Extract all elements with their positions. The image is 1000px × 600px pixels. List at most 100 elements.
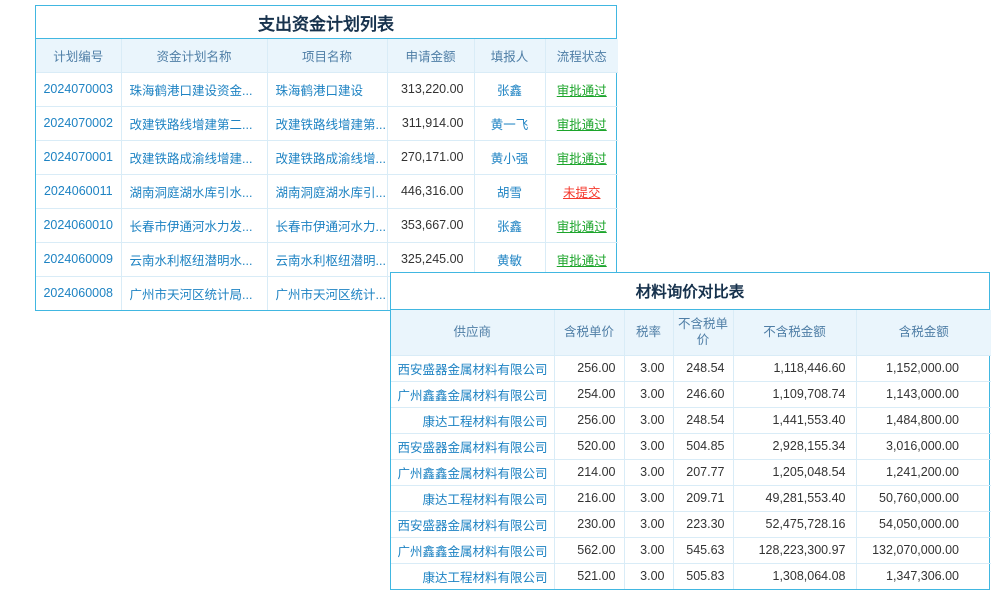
project-name-link[interactable]: 湖南洞庭湖水库引... [267, 174, 387, 208]
fund-plan-name-link[interactable]: 广州市天河区统计局... [121, 276, 267, 310]
plan-number-link[interactable]: 2024060010 [36, 208, 121, 242]
supplier-name-link[interactable]: 广州鑫鑫金属材料有限公司 [391, 381, 554, 407]
plan-number-link[interactable]: 2024070002 [36, 106, 121, 140]
table-row: 康达工程材料有限公司 521.00 3.00 505.83 1,308,064.… [391, 563, 991, 589]
net-unit-price-value: 248.54 [673, 407, 733, 433]
table-row: 康达工程材料有限公司 216.00 3.00 209.71 49,281,553… [391, 485, 991, 511]
table-row: 2024070002 改建铁路线增建第二... 改建铁路线增建第... 311,… [36, 106, 618, 140]
status-link[interactable]: 审批通过 [557, 152, 607, 166]
tax-amount-value: 50,760,000.00 [856, 485, 991, 511]
status-link[interactable]: 审批通过 [557, 254, 607, 268]
tax-amount-value: 132,070,000.00 [856, 537, 991, 563]
net-unit-price-value: 248.54 [673, 355, 733, 381]
status-link[interactable]: 审批通过 [557, 118, 607, 132]
reporter-name: 胡雪 [474, 174, 545, 208]
project-name-link[interactable]: 云南水利枢纽潜明... [267, 242, 387, 276]
apply-amount-value: 270,171.00 [387, 140, 474, 174]
supplier-name-link[interactable]: 西安盛器金属材料有限公司 [391, 511, 554, 537]
supplier-name-link[interactable]: 西安盛器金属材料有限公司 [391, 355, 554, 381]
net-unit-price-value: 207.77 [673, 459, 733, 485]
status-cell: 审批通过 [545, 242, 618, 276]
net-unit-price-value: 505.83 [673, 563, 733, 589]
net-amount-value: 1,118,446.60 [733, 355, 856, 381]
plan-col-reporter: 填报人 [474, 39, 545, 72]
material-quote-title: 材料询价对比表 [391, 273, 989, 310]
tax-unit-price-value: 256.00 [554, 407, 624, 433]
status-cell: 未提交 [545, 174, 618, 208]
supplier-name-link[interactable]: 康达工程材料有限公司 [391, 485, 554, 511]
reporter-name: 黄敏 [474, 242, 545, 276]
fund-plan-name-link[interactable]: 湖南洞庭湖水库引水... [121, 174, 267, 208]
tax-rate-value: 3.00 [624, 433, 673, 459]
tax-amount-value: 1,484,800.00 [856, 407, 991, 433]
plan-number-link[interactable]: 2024070003 [36, 72, 121, 106]
status-link[interactable]: 审批通过 [557, 220, 607, 234]
status-link[interactable]: 未提交 [563, 186, 601, 200]
table-row: 西安盛器金属材料有限公司 230.00 3.00 223.30 52,475,7… [391, 511, 991, 537]
tax-unit-price-value: 216.00 [554, 485, 624, 511]
net-amount-value: 1,205,048.54 [733, 459, 856, 485]
status-cell: 审批通过 [545, 106, 618, 140]
quote-col-tax-unit-price: 含税单价 [554, 310, 624, 355]
tax-amount-value: 1,152,000.00 [856, 355, 991, 381]
supplier-name-link[interactable]: 康达工程材料有限公司 [391, 563, 554, 589]
tax-rate-value: 3.00 [624, 355, 673, 381]
supplier-name-link[interactable]: 康达工程材料有限公司 [391, 407, 554, 433]
table-row: 2024060010 长春市伊通河水力发... 长春市伊通河水力... 353,… [36, 208, 618, 242]
table-row: 西安盛器金属材料有限公司 520.00 3.00 504.85 2,928,15… [391, 433, 991, 459]
fund-plan-name-link[interactable]: 改建铁路成渝线增建... [121, 140, 267, 174]
expense-plan-title: 支出资金计划列表 [36, 6, 616, 39]
tax-amount-value: 3,016,000.00 [856, 433, 991, 459]
tax-amount-value: 1,143,000.00 [856, 381, 991, 407]
fund-plan-name-link[interactable]: 云南水利枢纽潜明水... [121, 242, 267, 276]
tax-rate-value: 3.00 [624, 563, 673, 589]
tax-unit-price-value: 230.00 [554, 511, 624, 537]
material-quote-panel: 材料询价对比表 供应商 含税单价 税率 不含税单价 不含税金额 含税金额 西安盛… [390, 272, 990, 590]
table-row: 广州鑫鑫金属材料有限公司 562.00 3.00 545.63 128,223,… [391, 537, 991, 563]
apply-amount-value: 446,316.00 [387, 174, 474, 208]
quote-col-net-unit-price: 不含税单价 [673, 310, 733, 355]
status-cell: 审批通过 [545, 208, 618, 242]
project-name-link[interactable]: 珠海鹤港口建设 [267, 72, 387, 106]
net-unit-price-value: 246.60 [673, 381, 733, 407]
project-name-link[interactable]: 改建铁路线增建第... [267, 106, 387, 140]
supplier-name-link[interactable]: 西安盛器金属材料有限公司 [391, 433, 554, 459]
reporter-name: 黄小强 [474, 140, 545, 174]
plan-number-link[interactable]: 2024060009 [36, 242, 121, 276]
net-amount-value: 52,475,728.16 [733, 511, 856, 537]
apply-amount-value: 325,245.00 [387, 242, 474, 276]
table-row: 2024060011 湖南洞庭湖水库引水... 湖南洞庭湖水库引... 446,… [36, 174, 618, 208]
plan-number-link[interactable]: 2024060011 [36, 174, 121, 208]
plan-col-status: 流程状态 [545, 39, 618, 72]
expense-plan-panel: 支出资金计划列表 计划编号 资金计划名称 项目名称 申请金额 填报人 流程状态 … [35, 5, 617, 311]
table-row: 广州鑫鑫金属材料有限公司 254.00 3.00 246.60 1,109,70… [391, 381, 991, 407]
material-quote-table: 供应商 含税单价 税率 不含税单价 不含税金额 含税金额 西安盛器金属材料有限公… [391, 310, 991, 589]
plan-header-row: 计划编号 资金计划名称 项目名称 申请金额 填报人 流程状态 [36, 39, 618, 72]
supplier-name-link[interactable]: 广州鑫鑫金属材料有限公司 [391, 459, 554, 485]
plan-col-apply-amount: 申请金额 [387, 39, 474, 72]
tax-amount-value: 1,241,200.00 [856, 459, 991, 485]
tax-rate-value: 3.00 [624, 485, 673, 511]
fund-plan-name-link[interactable]: 长春市伊通河水力发... [121, 208, 267, 242]
reporter-name: 张鑫 [474, 72, 545, 106]
quote-col-supplier: 供应商 [391, 310, 554, 355]
net-amount-value: 2,928,155.34 [733, 433, 856, 459]
plan-number-link[interactable]: 2024060008 [36, 276, 121, 310]
status-cell: 审批通过 [545, 72, 618, 106]
project-name-link[interactable]: 改建铁路成渝线增... [267, 140, 387, 174]
plan-number-link[interactable]: 2024070001 [36, 140, 121, 174]
fund-plan-name-link[interactable]: 改建铁路线增建第二... [121, 106, 267, 140]
fund-plan-name-link[interactable]: 珠海鹤港口建设资金... [121, 72, 267, 106]
tax-rate-value: 3.00 [624, 459, 673, 485]
tax-amount-value: 54,050,000.00 [856, 511, 991, 537]
quote-header-row: 供应商 含税单价 税率 不含税单价 不含税金额 含税金额 [391, 310, 991, 355]
project-name-link[interactable]: 广州市天河区统计... [267, 276, 387, 310]
table-row: 西安盛器金属材料有限公司 256.00 3.00 248.54 1,118,44… [391, 355, 991, 381]
supplier-name-link[interactable]: 广州鑫鑫金属材料有限公司 [391, 537, 554, 563]
net-unit-price-value: 504.85 [673, 433, 733, 459]
tax-unit-price-value: 520.00 [554, 433, 624, 459]
status-cell: 审批通过 [545, 140, 618, 174]
project-name-link[interactable]: 长春市伊通河水力... [267, 208, 387, 242]
status-link[interactable]: 审批通过 [557, 84, 607, 98]
tax-unit-price-value: 521.00 [554, 563, 624, 589]
